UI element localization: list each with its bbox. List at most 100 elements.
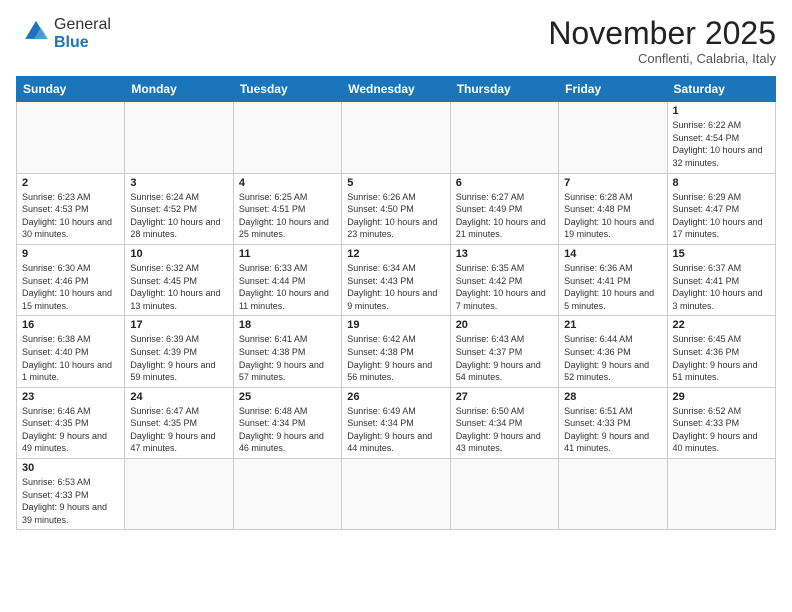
logo-icon bbox=[18, 17, 54, 45]
day-number: 17 bbox=[130, 319, 227, 331]
day-number: 19 bbox=[347, 319, 444, 331]
day-info: Sunrise: 6:48 AM Sunset: 4:34 PM Dayligh… bbox=[239, 405, 336, 455]
day-number: 2 bbox=[22, 177, 119, 189]
table-row: 22 Sunrise: 6:45 AM Sunset: 4:36 PM Dayli… bbox=[667, 316, 775, 387]
day-number: 3 bbox=[130, 177, 227, 189]
calendar-week-1: 1 Sunrise: 6:22 AM Sunset: 4:54 PM Daylig… bbox=[17, 102, 776, 173]
day-info: Sunrise: 6:50 AM Sunset: 4:34 PM Dayligh… bbox=[456, 405, 553, 455]
table-row: 19 Sunrise: 6:42 AM Sunset: 4:38 PM Dayli… bbox=[342, 316, 450, 387]
table-row: 18 Sunrise: 6:41 AM Sunset: 4:38 PM Dayli… bbox=[233, 316, 341, 387]
day-number: 1 bbox=[673, 105, 770, 117]
day-number: 22 bbox=[673, 319, 770, 331]
header-thursday: Thursday bbox=[450, 77, 558, 102]
day-info: Sunrise: 6:37 AM Sunset: 4:41 PM Dayligh… bbox=[673, 262, 770, 312]
day-info: Sunrise: 6:34 AM Sunset: 4:43 PM Dayligh… bbox=[347, 262, 444, 312]
table-row: 25Sunrise: 6:48 AM Sunset: 4:34 PM Dayli… bbox=[233, 387, 341, 458]
day-number: 7 bbox=[564, 177, 661, 189]
day-info: Sunrise: 6:32 AM Sunset: 4:45 PM Dayligh… bbox=[130, 262, 227, 312]
day-info: Sunrise: 6:42 AM Sunset: 4:38 PM Dayligh… bbox=[347, 333, 444, 383]
day-info: Sunrise: 6:53 AM Sunset: 4:33 PM Dayligh… bbox=[22, 476, 119, 526]
day-number: 9 bbox=[22, 248, 119, 260]
day-info: Sunrise: 6:41 AM Sunset: 4:38 PM Dayligh… bbox=[239, 333, 336, 383]
day-info: Sunrise: 6:39 AM Sunset: 4:39 PM Dayligh… bbox=[130, 333, 227, 383]
calendar-week-6: 30 Sunrise: 6:53 AM Sunset: 4:33 PM Dayli… bbox=[17, 459, 776, 530]
table-row bbox=[233, 459, 341, 530]
day-info: Sunrise: 6:27 AM Sunset: 4:49 PM Dayligh… bbox=[456, 191, 553, 241]
day-info: Sunrise: 6:36 AM Sunset: 4:41 PM Dayligh… bbox=[564, 262, 661, 312]
page: General Blue November 2025 Conflenti, Ca… bbox=[0, 0, 792, 612]
table-row: 15 Sunrise: 6:37 AM Sunset: 4:41 PM Dayli… bbox=[667, 244, 775, 315]
table-row: 21 Sunrise: 6:44 AM Sunset: 4:36 PM Dayli… bbox=[559, 316, 667, 387]
table-row: 30 Sunrise: 6:53 AM Sunset: 4:33 PM Dayli… bbox=[17, 459, 125, 530]
day-info: Sunrise: 6:38 AM Sunset: 4:40 PM Dayligh… bbox=[22, 333, 119, 383]
table-row: 28Sunrise: 6:51 AM Sunset: 4:33 PM Dayli… bbox=[559, 387, 667, 458]
table-row: 12 Sunrise: 6:34 AM Sunset: 4:43 PM Dayli… bbox=[342, 244, 450, 315]
day-number: 10 bbox=[130, 248, 227, 260]
table-row: 7Sunrise: 6:28 AM Sunset: 4:48 PM Daylig… bbox=[559, 173, 667, 244]
day-number: 4 bbox=[239, 177, 336, 189]
day-number: 24 bbox=[130, 391, 227, 403]
table-row bbox=[125, 102, 233, 173]
day-number: 27 bbox=[456, 391, 553, 403]
day-number: 15 bbox=[673, 248, 770, 260]
day-info: Sunrise: 6:30 AM Sunset: 4:46 PM Dayligh… bbox=[22, 262, 119, 312]
table-row bbox=[342, 459, 450, 530]
table-row: 20Sunrise: 6:43 AM Sunset: 4:37 PM Dayli… bbox=[450, 316, 558, 387]
day-info: Sunrise: 6:23 AM Sunset: 4:53 PM Dayligh… bbox=[22, 191, 119, 241]
title-block: November 2025 Conflenti, Calabria, Italy bbox=[548, 16, 776, 66]
day-info: Sunrise: 6:44 AM Sunset: 4:36 PM Dayligh… bbox=[564, 333, 661, 383]
table-row: 10 Sunrise: 6:32 AM Sunset: 4:45 PM Dayli… bbox=[125, 244, 233, 315]
table-row: 14Sunrise: 6:36 AM Sunset: 4:41 PM Dayli… bbox=[559, 244, 667, 315]
header-sunday: Sunday bbox=[17, 77, 125, 102]
day-info: Sunrise: 6:25 AM Sunset: 4:51 PM Dayligh… bbox=[239, 191, 336, 241]
table-row: 9 Sunrise: 6:30 AM Sunset: 4:46 PM Daylig… bbox=[17, 244, 125, 315]
day-info: Sunrise: 6:43 AM Sunset: 4:37 PM Dayligh… bbox=[456, 333, 553, 383]
table-row bbox=[342, 102, 450, 173]
table-row bbox=[559, 102, 667, 173]
day-number: 8 bbox=[673, 177, 770, 189]
table-row bbox=[667, 459, 775, 530]
table-row: 16Sunrise: 6:38 AM Sunset: 4:40 PM Dayli… bbox=[17, 316, 125, 387]
table-row: 11 Sunrise: 6:33 AM Sunset: 4:44 PM Dayli… bbox=[233, 244, 341, 315]
day-number: 18 bbox=[239, 319, 336, 331]
header-wednesday: Wednesday bbox=[342, 77, 450, 102]
table-row bbox=[233, 102, 341, 173]
day-info: Sunrise: 6:33 AM Sunset: 4:44 PM Dayligh… bbox=[239, 262, 336, 312]
calendar-week-3: 9 Sunrise: 6:30 AM Sunset: 4:46 PM Daylig… bbox=[17, 244, 776, 315]
day-number: 11 bbox=[239, 248, 336, 260]
day-info: Sunrise: 6:47 AM Sunset: 4:35 PM Dayligh… bbox=[130, 405, 227, 455]
logo-blue: Blue bbox=[54, 34, 111, 52]
table-row: 17 Sunrise: 6:39 AM Sunset: 4:39 PM Dayli… bbox=[125, 316, 233, 387]
table-row bbox=[125, 459, 233, 530]
table-row: 6Sunrise: 6:27 AM Sunset: 4:49 PM Daylig… bbox=[450, 173, 558, 244]
table-row: 4 Sunrise: 6:25 AM Sunset: 4:51 PM Daylig… bbox=[233, 173, 341, 244]
day-number: 12 bbox=[347, 248, 444, 260]
table-row bbox=[17, 102, 125, 173]
table-row: 8 Sunrise: 6:29 AM Sunset: 4:47 PM Daylig… bbox=[667, 173, 775, 244]
day-number: 23 bbox=[22, 391, 119, 403]
day-info: Sunrise: 6:45 AM Sunset: 4:36 PM Dayligh… bbox=[673, 333, 770, 383]
day-number: 21 bbox=[564, 319, 661, 331]
subtitle: Conflenti, Calabria, Italy bbox=[548, 51, 776, 66]
day-number: 5 bbox=[347, 177, 444, 189]
calendar-week-2: 2 Sunrise: 6:23 AM Sunset: 4:53 PM Daylig… bbox=[17, 173, 776, 244]
day-info: Sunrise: 6:22 AM Sunset: 4:54 PM Dayligh… bbox=[673, 119, 770, 169]
header-friday: Friday bbox=[559, 77, 667, 102]
table-row: 26Sunrise: 6:49 AM Sunset: 4:34 PM Dayli… bbox=[342, 387, 450, 458]
table-row: 23 Sunrise: 6:46 AM Sunset: 4:35 PM Dayli… bbox=[17, 387, 125, 458]
day-info: Sunrise: 6:29 AM Sunset: 4:47 PM Dayligh… bbox=[673, 191, 770, 241]
day-info: Sunrise: 6:46 AM Sunset: 4:35 PM Dayligh… bbox=[22, 405, 119, 455]
day-info: Sunrise: 6:35 AM Sunset: 4:42 PM Dayligh… bbox=[456, 262, 553, 312]
table-row: 3 Sunrise: 6:24 AM Sunset: 4:52 PM Daylig… bbox=[125, 173, 233, 244]
day-number: 28 bbox=[564, 391, 661, 403]
header-saturday: Saturday bbox=[667, 77, 775, 102]
month-title: November 2025 bbox=[548, 16, 776, 51]
day-info: Sunrise: 6:24 AM Sunset: 4:52 PM Dayligh… bbox=[130, 191, 227, 241]
table-row bbox=[450, 459, 558, 530]
calendar-week-4: 16Sunrise: 6:38 AM Sunset: 4:40 PM Dayli… bbox=[17, 316, 776, 387]
header-monday: Monday bbox=[125, 77, 233, 102]
day-number: 30 bbox=[22, 462, 119, 474]
day-number: 26 bbox=[347, 391, 444, 403]
table-row: 24 Sunrise: 6:47 AM Sunset: 4:35 PM Dayli… bbox=[125, 387, 233, 458]
table-row bbox=[450, 102, 558, 173]
